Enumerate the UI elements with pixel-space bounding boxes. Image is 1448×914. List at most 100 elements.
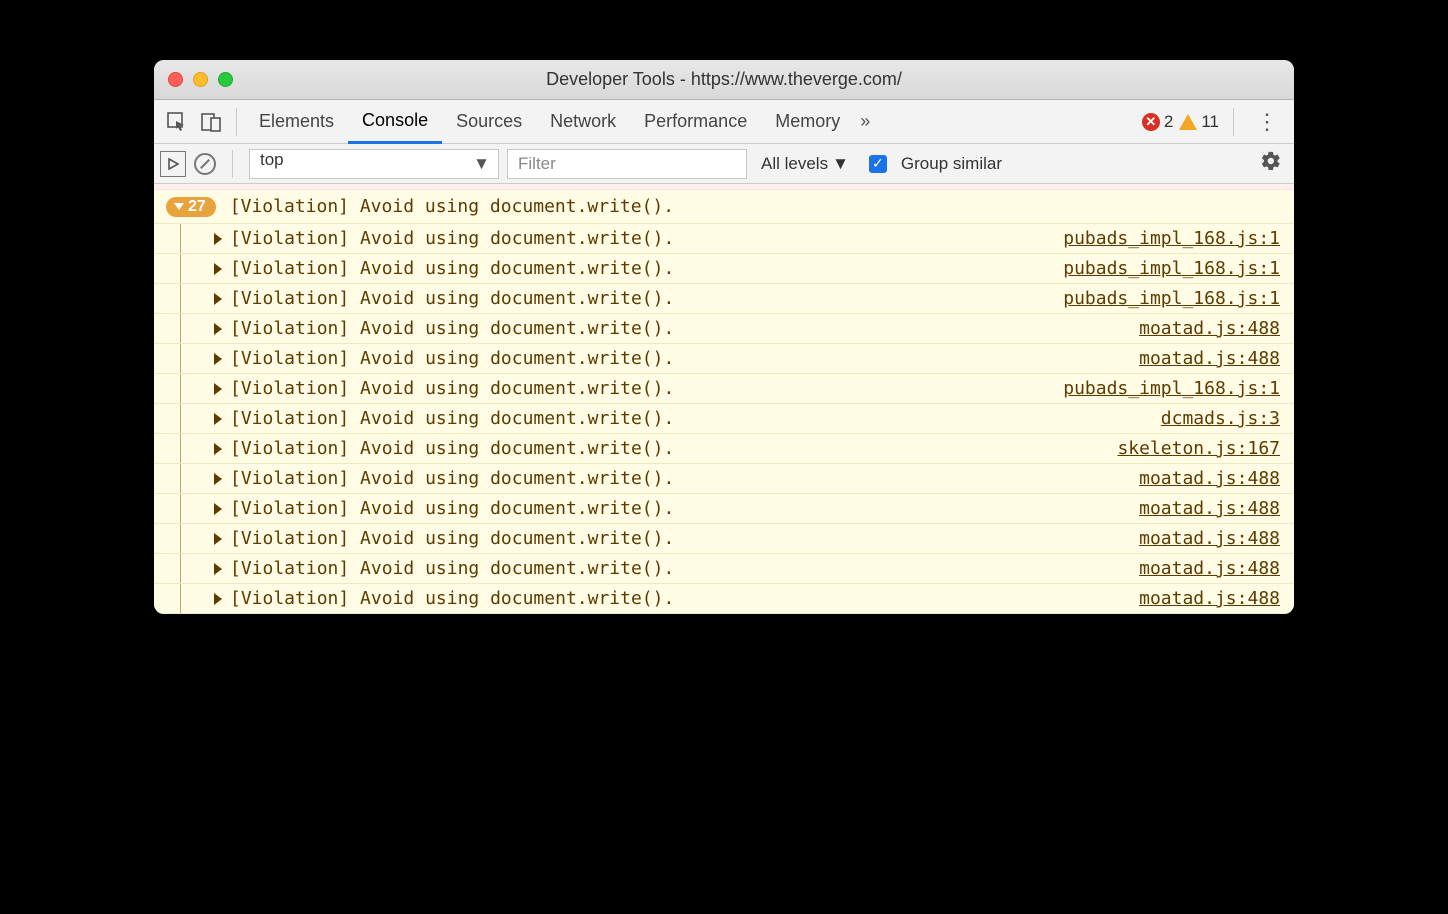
group-count-badge: 27 <box>166 197 216 217</box>
zoom-window-button[interactable] <box>218 72 233 87</box>
caret-right-icon <box>214 353 222 365</box>
log-row[interactable]: [Violation] Avoid using document.write()… <box>154 584 1294 614</box>
log-message: [Violation] Avoid using document.write()… <box>230 378 1053 399</box>
log-message: [Violation] Avoid using document.write()… <box>230 528 1129 549</box>
indent-guide <box>180 314 181 343</box>
tab-sources[interactable]: Sources <box>442 100 536 144</box>
tab-network[interactable]: Network <box>536 100 630 144</box>
clear-console-button[interactable] <box>194 153 216 175</box>
indent-guide <box>180 254 181 283</box>
context-selector[interactable]: top ▼ <box>249 149 499 179</box>
error-icon: ✕ <box>1142 113 1160 131</box>
log-source-link[interactable]: pubads_impl_168.js:1 <box>1063 258 1280 279</box>
log-source-link[interactable]: pubads_impl_168.js:1 <box>1063 288 1280 309</box>
caret-right-icon <box>214 443 222 455</box>
warning-icon <box>1179 114 1197 130</box>
indent-guide <box>180 404 181 433</box>
log-row[interactable]: [Violation] Avoid using document.write()… <box>154 314 1294 344</box>
log-message: [Violation] Avoid using document.write()… <box>230 408 1151 429</box>
log-message: [Violation] Avoid using document.write()… <box>230 438 1107 459</box>
log-row[interactable]: [Violation] Avoid using document.write()… <box>154 224 1294 254</box>
caret-right-icon <box>214 233 222 245</box>
window-title: Developer Tools - https://www.theverge.c… <box>154 69 1294 90</box>
group-similar-label: Group similar <box>901 154 1002 174</box>
log-source-link[interactable]: moatad.js:488 <box>1139 498 1280 519</box>
device-toolbar-icon[interactable] <box>194 100 228 144</box>
log-source-link[interactable]: pubads_impl_168.js:1 <box>1063 378 1280 399</box>
warning-count-value: 11 <box>1201 112 1219 132</box>
caret-right-icon <box>214 563 222 575</box>
separator <box>236 108 237 136</box>
log-source-link[interactable]: moatad.js:488 <box>1139 528 1280 549</box>
caret-right-icon <box>214 533 222 545</box>
log-message: [Violation] Avoid using document.write()… <box>230 288 1053 309</box>
devtools-tabbar: ElementsConsoleSourcesNetworkPerformance… <box>154 100 1294 144</box>
log-source-link[interactable]: moatad.js:488 <box>1139 318 1280 339</box>
caret-right-icon <box>214 323 222 335</box>
indent-guide <box>180 554 181 583</box>
chevron-down-icon: ▼ <box>473 154 490 174</box>
log-source-link[interactable]: moatad.js:488 <box>1139 558 1280 579</box>
indent-guide <box>180 584 181 613</box>
log-source-link[interactable]: moatad.js:488 <box>1139 348 1280 369</box>
indent-guide <box>180 374 181 403</box>
log-row[interactable]: [Violation] Avoid using document.write()… <box>154 464 1294 494</box>
indent-guide <box>180 434 181 463</box>
caret-right-icon <box>214 383 222 395</box>
indent-guide <box>180 464 181 493</box>
log-source-link[interactable]: moatad.js:488 <box>1139 468 1280 489</box>
log-row[interactable]: [Violation] Avoid using document.write()… <box>154 374 1294 404</box>
tab-console[interactable]: Console <box>348 100 442 144</box>
log-message: [Violation] Avoid using document.write()… <box>230 228 1053 249</box>
log-message: [Violation] Avoid using document.write()… <box>230 498 1129 519</box>
log-message: [Violation] Avoid using document.write()… <box>230 558 1129 579</box>
group-count-value: 27 <box>188 198 206 216</box>
console-output: 27 [Violation] Avoid using document.writ… <box>154 184 1294 614</box>
separator <box>1233 108 1234 136</box>
log-source-link[interactable]: moatad.js:488 <box>1139 588 1280 609</box>
caret-right-icon <box>214 293 222 305</box>
log-message: [Violation] Avoid using document.write()… <box>230 588 1129 609</box>
log-group-header[interactable]: 27 [Violation] Avoid using document.writ… <box>154 190 1294 224</box>
log-row[interactable]: [Violation] Avoid using document.write()… <box>154 494 1294 524</box>
caret-right-icon <box>214 263 222 275</box>
console-toolbar: top ▼ All levels ▼ ✓ Group similar <box>154 144 1294 184</box>
log-source-link[interactable]: pubads_impl_168.js:1 <box>1063 228 1280 249</box>
minimize-window-button[interactable] <box>193 72 208 87</box>
log-row[interactable]: [Violation] Avoid using document.write()… <box>154 524 1294 554</box>
close-window-button[interactable] <box>168 72 183 87</box>
caret-down-icon <box>174 203 184 210</box>
warning-count[interactable]: 11 <box>1179 112 1219 132</box>
log-source-link[interactable]: dcmads.js:3 <box>1161 408 1280 429</box>
chevron-down-icon: ▼ <box>832 154 849 174</box>
log-row[interactable]: [Violation] Avoid using document.write()… <box>154 554 1294 584</box>
more-tabs-button[interactable]: » <box>854 111 876 132</box>
more-options-button[interactable]: ⋮ <box>1248 109 1286 135</box>
log-message: [Violation] Avoid using document.write()… <box>230 468 1129 489</box>
log-row[interactable]: [Violation] Avoid using document.write()… <box>154 344 1294 374</box>
log-message: [Violation] Avoid using document.write()… <box>230 258 1053 279</box>
caret-right-icon <box>214 413 222 425</box>
tab-elements[interactable]: Elements <box>245 100 348 144</box>
log-levels-selector[interactable]: All levels ▼ <box>755 154 855 174</box>
error-count-value: 2 <box>1164 112 1173 132</box>
log-row[interactable]: [Violation] Avoid using document.write()… <box>154 404 1294 434</box>
inspect-element-icon[interactable] <box>160 100 194 144</box>
log-source-link[interactable]: skeleton.js:167 <box>1117 438 1280 459</box>
context-value: top <box>260 150 284 169</box>
levels-label: All levels <box>761 154 828 174</box>
tab-performance[interactable]: Performance <box>630 100 761 144</box>
log-row[interactable]: [Violation] Avoid using document.write()… <box>154 254 1294 284</box>
error-count[interactable]: ✕ 2 <box>1142 112 1173 132</box>
group-similar-checkbox[interactable]: ✓ <box>869 155 887 173</box>
group-message: [Violation] Avoid using document.write()… <box>230 196 674 217</box>
indent-guide <box>180 494 181 523</box>
console-settings-button[interactable] <box>1260 150 1288 178</box>
show-console-sidebar-button[interactable] <box>160 151 186 177</box>
tab-memory[interactable]: Memory <box>761 100 854 144</box>
log-row[interactable]: [Violation] Avoid using document.write()… <box>154 434 1294 464</box>
filter-input[interactable] <box>507 149 747 179</box>
indent-guide <box>180 284 181 313</box>
traffic-lights <box>154 72 233 87</box>
log-row[interactable]: [Violation] Avoid using document.write()… <box>154 284 1294 314</box>
